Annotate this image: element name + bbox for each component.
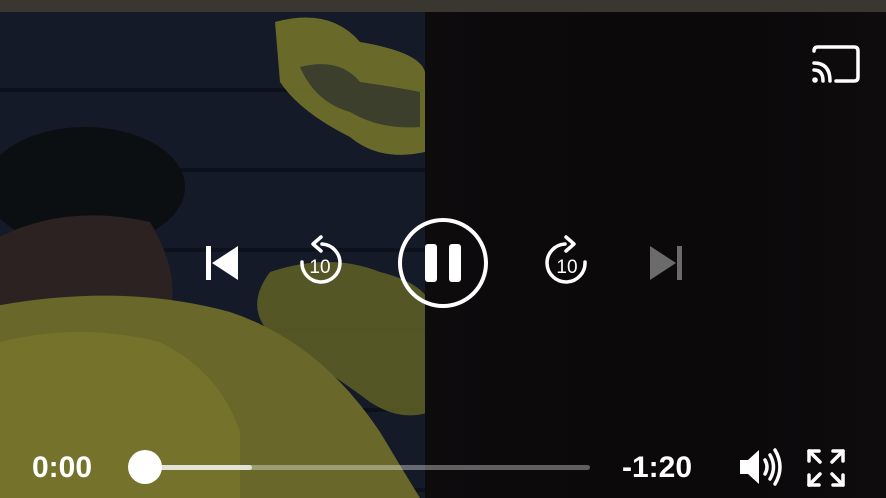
rewind-seconds-label: 10 xyxy=(309,257,330,278)
forward-10-button[interactable]: 10 xyxy=(540,234,594,292)
video-player[interactable]: 10 10 0:00 -1:20 xyxy=(0,0,886,498)
previous-button[interactable] xyxy=(198,240,244,286)
forward-10-icon: 10 xyxy=(545,235,587,284)
forward-seconds-label: 10 xyxy=(556,257,577,278)
skip-next-icon xyxy=(650,246,682,280)
cast-button[interactable] xyxy=(806,42,864,86)
rewind-10-button[interactable]: 10 xyxy=(293,234,347,292)
progress-scrubber[interactable] xyxy=(128,450,162,484)
elapsed-time: 0:00 xyxy=(32,451,93,484)
replay-10-icon: 10 xyxy=(300,235,342,284)
fullscreen-icon xyxy=(807,449,845,487)
pause-button[interactable] xyxy=(397,217,489,309)
top-bar xyxy=(0,0,886,12)
next-button[interactable] xyxy=(644,240,690,286)
skip-previous-icon xyxy=(206,246,238,280)
progress-bar[interactable] xyxy=(128,450,590,484)
volume-button[interactable] xyxy=(736,444,784,490)
pause-icon xyxy=(398,218,488,308)
cast-icon xyxy=(812,45,860,83)
fullscreen-button[interactable] xyxy=(804,446,848,490)
remaining-time: -1:20 xyxy=(622,451,693,484)
volume-icon xyxy=(740,448,782,486)
